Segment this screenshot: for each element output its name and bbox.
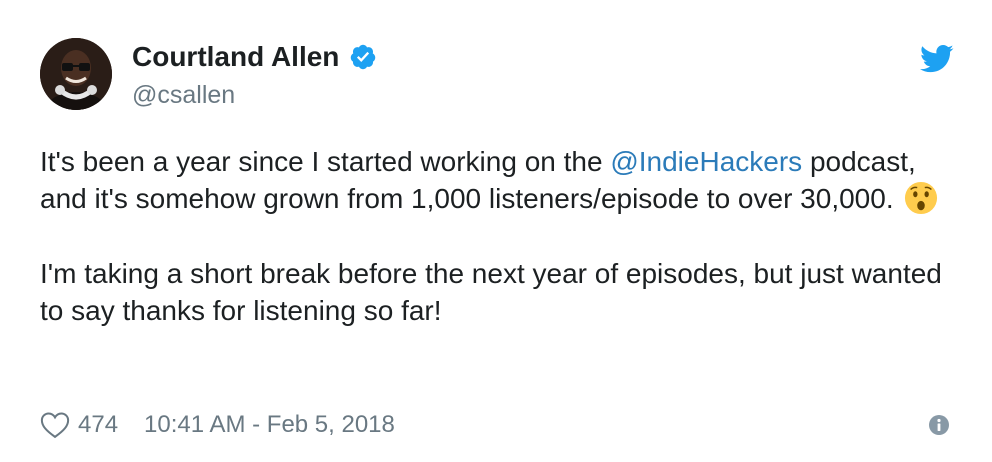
- twitter-bird-icon[interactable]: [920, 44, 954, 74]
- avatar[interactable]: [40, 38, 112, 110]
- verified-badge-icon: [349, 43, 377, 71]
- author-name-row: Courtland Allen: [132, 40, 377, 74]
- tweet-paragraph-2: I'm taking a short break before the next…: [40, 257, 942, 326]
- tweet-text: It's been a year since I started working…: [40, 143, 950, 329]
- tweet-card: Courtland Allen @csallen It's been a yea…: [0, 0, 992, 462]
- heart-icon[interactable]: [40, 411, 70, 439]
- tweet-text-segment: It's been a year since I started working…: [40, 146, 611, 177]
- info-icon[interactable]: [928, 414, 950, 436]
- astonished-face-emoji: [904, 181, 938, 215]
- avatar-image: [40, 38, 112, 110]
- author-handle[interactable]: @csallen: [132, 80, 235, 110]
- tweet-timestamp[interactable]: 10:41 AM - Feb 5, 2018: [144, 410, 395, 440]
- mention-link[interactable]: @IndieHackers: [610, 146, 802, 177]
- tweet-footer: 474 10:41 AM - Feb 5, 2018: [40, 410, 395, 440]
- like-count[interactable]: 474: [78, 410, 118, 440]
- tweet-paragraph-1: It's been a year since I started working…: [40, 143, 950, 218]
- display-name[interactable]: Courtland Allen: [132, 40, 339, 74]
